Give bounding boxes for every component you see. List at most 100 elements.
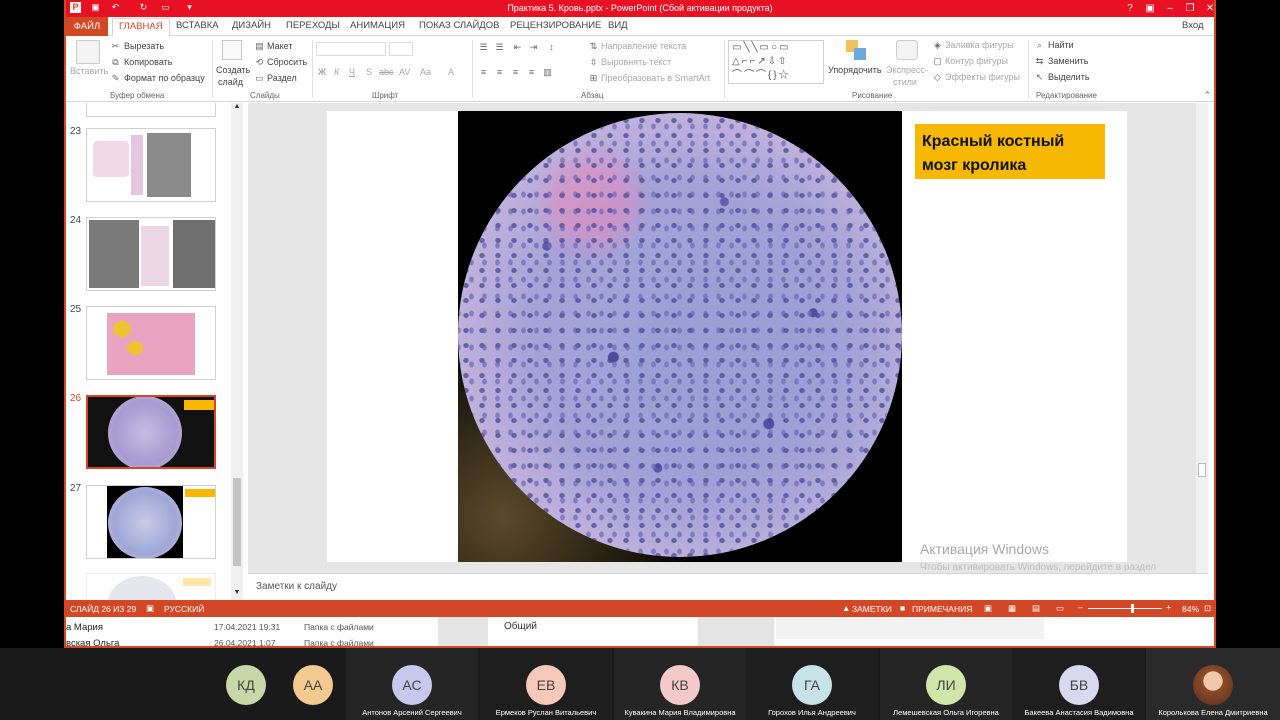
align-text-button[interactable]: Выровнять текст (601, 57, 671, 67)
participant-tile[interactable]: ЕВ Ермеков Руслан Витальевич (480, 648, 612, 720)
new-slide-label-2[interactable]: слайд (218, 77, 243, 87)
tab-transitions[interactable]: ПЕРЕХОДЫ (286, 20, 340, 31)
slide-thumbnail-25[interactable] (86, 306, 216, 380)
spellcheck-icon[interactable]: ▣ (146, 603, 154, 614)
slide-canvas[interactable]: Красный костный мозг кролика (327, 111, 1127, 562)
paste-icon[interactable] (76, 40, 100, 64)
sign-in-link[interactable]: Вход (1182, 20, 1204, 31)
help-icon[interactable]: ? (1120, 1, 1140, 16)
tab-view[interactable]: ВИД (608, 20, 628, 31)
comments-button[interactable]: ПРИМЕЧАНИЯ (912, 604, 972, 614)
participant-tile[interactable]: КД АА (213, 648, 346, 720)
new-slide-label-1[interactable]: Создать (216, 65, 250, 75)
layout-button[interactable]: Макет (267, 41, 292, 51)
increase-indent-icon[interactable]: ⇥ (528, 42, 539, 53)
micrograph-image[interactable] (458, 111, 902, 562)
normal-view-icon[interactable]: ▣ (984, 603, 992, 614)
change-case-button[interactable]: Aa (420, 67, 431, 77)
language-indicator[interactable]: РУССКИЙ (164, 604, 204, 614)
bullets-icon[interactable]: ☰ (478, 42, 489, 53)
scroll-down-icon[interactable]: ▼ (231, 589, 243, 599)
zoom-out-icon[interactable]: – (1078, 602, 1083, 612)
slide-thumbnail[interactable] (86, 103, 216, 117)
quick-styles-label-2[interactable]: стили (893, 77, 917, 87)
shape-outline-button[interactable]: Контур фигуры (945, 56, 1008, 66)
slide-thumbnail-23[interactable] (86, 128, 216, 202)
italic-button[interactable]: К (334, 67, 339, 77)
close-icon[interactable]: ✕ (1200, 1, 1214, 16)
participant-tile[interactable]: ГА Горохов Илья Андреевич (746, 648, 878, 720)
align-center-icon[interactable]: ≡ (494, 67, 505, 78)
notes-placeholder[interactable]: Заметки к слайду (256, 581, 337, 592)
font-color-button[interactable]: A (448, 67, 454, 77)
participant-tile[interactable]: АС Антонов Арсений Сергеевич (346, 648, 478, 720)
zoom-slider-thumb[interactable] (1131, 604, 1135, 613)
arrange-button[interactable]: Упорядочить (828, 65, 882, 75)
section-button[interactable]: Раздел (267, 73, 297, 83)
slide-thumbnail-24[interactable] (86, 217, 216, 291)
minimize-icon[interactable]: – (1160, 1, 1180, 16)
tab-design[interactable]: ДИЗАЙН (232, 20, 271, 31)
zoom-in-icon[interactable]: + (1166, 602, 1171, 612)
participant-tile[interactable]: КВ Кувакина Мария Владимировна (614, 648, 746, 720)
justify-icon[interactable]: ≡ (526, 67, 537, 78)
notes-pane[interactable]: Заметки к слайду (248, 573, 1208, 600)
strikethrough-button[interactable]: abc (379, 67, 394, 77)
tab-animation[interactable]: АНИМАЦИЯ (350, 20, 405, 31)
columns-icon[interactable]: ▥ (542, 67, 553, 78)
align-left-icon[interactable]: ≡ (478, 67, 489, 78)
tab-review[interactable]: РЕЦЕНЗИРОВАНИЕ (510, 20, 601, 31)
zoom-level[interactable]: 84% (1182, 604, 1199, 614)
slide-thumbnail-26[interactable] (86, 395, 216, 469)
copy-button[interactable]: Копировать (124, 57, 172, 67)
slide-thumbnail[interactable] (86, 573, 216, 600)
new-slide-icon[interactable] (222, 40, 242, 60)
fit-to-window-icon[interactable]: ⊡ (1204, 603, 1211, 614)
slide-caption[interactable]: Красный костный мозг кролика (915, 124, 1105, 179)
slide-thumbnail-27[interactable] (86, 485, 216, 559)
format-painter-button[interactable]: Формат по образцу (124, 73, 205, 83)
align-right-icon[interactable]: ≡ (510, 67, 521, 78)
underline-button[interactable]: Ч (349, 67, 355, 77)
restore-icon[interactable]: ❐ (1180, 1, 1200, 16)
char-spacing-button[interactable]: AV (399, 67, 410, 77)
ribbon-options-icon[interactable]: ▣ (1140, 1, 1160, 16)
notes-button[interactable]: ЗАМЕТКИ (852, 604, 892, 614)
text-direction-button[interactable]: Направление текста (601, 41, 686, 51)
tab-home[interactable]: ГЛАВНАЯ (112, 18, 170, 37)
shape-fill-button[interactable]: Заливка фигуры (945, 40, 1014, 50)
tab-file[interactable]: ФАЙЛ (66, 17, 108, 36)
thumbnails-scrollbar[interactable]: ▲ ▼ (231, 103, 243, 600)
smartart-button[interactable]: Преобразовать в SmartArt (601, 73, 710, 83)
shapes-gallery[interactable]: ▭╲╲▭○▭ △⌐⌐↗⇩⇧ ⌒⌒⌒{}☆ (728, 40, 824, 84)
participant-tile[interactable]: ЛИ Лемешевская Ольга Игоревна (880, 648, 1012, 720)
tab-slideshow[interactable]: ПОКАЗ СЛАЙДОВ (419, 20, 499, 31)
cut-button[interactable]: Вырезать (124, 41, 164, 51)
font-size-combo[interactable] (389, 42, 413, 56)
reading-view-icon[interactable]: ▤ (1032, 603, 1040, 614)
paste-button[interactable]: Вставить (70, 66, 108, 76)
tab-insert[interactable]: ВСТАВКА (176, 20, 219, 31)
quick-styles-label-1[interactable]: Экспресс- (886, 65, 928, 75)
collapse-ribbon-icon[interactable]: ⌃ (1202, 90, 1213, 101)
zoom-slider[interactable] (1088, 604, 1162, 613)
slide-sorter-icon[interactable]: ▦ (1008, 603, 1016, 614)
participant-tile[interactable]: Королькова Елена Дмитриевна (1146, 648, 1280, 720)
slideshow-view-icon[interactable]: ▭ (1056, 603, 1064, 614)
decrease-indent-icon[interactable]: ⇤ (512, 42, 523, 53)
select-button[interactable]: Выделить (1048, 72, 1090, 82)
numbering-icon[interactable]: ☰ (494, 42, 505, 53)
scroll-up-icon[interactable]: ▲ (231, 103, 243, 113)
scrollbar-thumb[interactable] (233, 478, 241, 566)
participant-tile[interactable]: БВ Бакеева Анастасия Вадимовна (1012, 648, 1146, 720)
line-spacing-icon[interactable]: ↕ (546, 42, 557, 53)
shadow-button[interactable]: S (366, 67, 372, 77)
editor-scrollbar[interactable] (1196, 103, 1208, 573)
bold-button[interactable]: Ж (318, 67, 326, 77)
reset-button[interactable]: Сбросить (267, 57, 307, 67)
font-name-combo[interactable] (316, 42, 386, 56)
replace-button[interactable]: Заменить (1048, 56, 1088, 66)
find-button[interactable]: Найти (1048, 40, 1074, 50)
shape-effects-button[interactable]: Эффекты фигуры (945, 72, 1020, 82)
scrollbar-thumb[interactable] (1198, 463, 1206, 477)
